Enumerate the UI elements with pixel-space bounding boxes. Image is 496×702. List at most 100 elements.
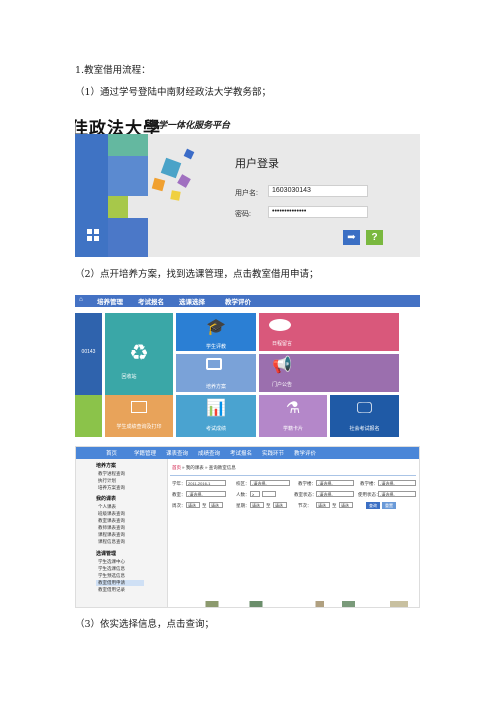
nav2-exam[interactable]: 考试报名 xyxy=(230,449,252,457)
speech-bubble-icon xyxy=(269,319,291,331)
tile-grades-label: 学生成绩查询及打印 xyxy=(116,424,162,430)
breadcrumb-divider xyxy=(170,475,416,476)
form-section-to-label: 至 xyxy=(332,503,337,508)
form-week-label: 周次： xyxy=(172,503,186,508)
password-input[interactable]: •••••••••••••• xyxy=(268,206,368,218)
graduation-cap-icon: 🎓 xyxy=(206,317,226,336)
sidebar-select-item-1[interactable]: 学生选课中心 xyxy=(98,559,125,565)
sidebar-course-item-1[interactable]: 个人课表 xyxy=(98,504,116,510)
login-header: 佳政法大學 教学一体化服务平台 xyxy=(75,112,420,139)
reset-button[interactable]: 重置 xyxy=(382,502,396,509)
form-room-label: 教室： xyxy=(172,492,186,497)
nav-home-icon[interactable]: ⌂ xyxy=(79,296,83,303)
user-number: 00143 xyxy=(81,349,96,355)
step1-text: （1）通过学号登陆中南财经政法大学教务部； xyxy=(75,87,272,98)
form-weekday-from[interactable]: 请选 xyxy=(250,502,264,508)
sidebar-select-title[interactable]: 选课管理 xyxy=(96,550,116,557)
sidebar-course-item-5[interactable]: 课程课表查询 xyxy=(98,532,125,538)
user-panel xyxy=(75,313,102,403)
tile-notice-label: 门户公告 xyxy=(271,382,292,388)
top-nav: ⌂ 培养管理 考试报名 选课选择 教学评价 xyxy=(75,295,420,307)
nav2-eval[interactable]: 教学评价 xyxy=(294,449,316,457)
tile-teach-eval-label: 学生评教 xyxy=(205,344,226,350)
form-campus-select[interactable]: -请选择- xyxy=(250,480,290,486)
form-use-status-select[interactable]: -请选择- xyxy=(378,491,416,497)
form-year-select[interactable]: 2011-2016-1 xyxy=(186,480,226,486)
form-campus-label: 校区： xyxy=(236,481,250,486)
form-section-to[interactable]: 请选 xyxy=(339,502,353,508)
tile-green[interactable] xyxy=(75,395,102,437)
nav2-practice[interactable]: 实践环节 xyxy=(262,449,284,457)
deco-tile-lime xyxy=(108,196,128,218)
form-size-op[interactable]: ≥ xyxy=(250,491,260,497)
nav-item-plan[interactable]: 培养管理 xyxy=(97,296,123,306)
form-size-label: 人数： xyxy=(236,492,250,497)
form-week-to[interactable]: 请选 xyxy=(209,502,223,508)
login-screenshot: 佳政法大學 教学一体化服务平台 用户登录 用户名: 1603030143 密码:… xyxy=(75,112,420,257)
password-label: 密码: xyxy=(235,211,251,218)
tile-train-plan-label: 培养方案 xyxy=(205,384,226,390)
nav2-grades[interactable]: 成绩查询 xyxy=(198,449,220,457)
sidebar-plan-title[interactable]: 培养方案 xyxy=(96,462,116,469)
sidebar-select-item-4[interactable]: 教室借用申请 xyxy=(96,580,144,586)
doc-heading: 1.教室借用流程： xyxy=(75,65,151,76)
form-section-label: 节次： xyxy=(298,503,312,508)
form-week-from[interactable]: 请选 xyxy=(186,502,200,508)
document-icon xyxy=(206,358,222,370)
form-room-status-label: 教室状态： xyxy=(294,492,317,497)
tile-blog-label: 日程留言 xyxy=(271,341,292,347)
sidebar-select-item-3[interactable]: 学生预选信息 xyxy=(98,573,125,579)
flask-icon: ⚗ xyxy=(285,398,301,417)
form-building-label: 教学楼： xyxy=(298,481,316,486)
breadcrumb-home[interactable]: 首页 xyxy=(172,465,181,471)
form-year-label: 学年： xyxy=(172,481,186,486)
sidebar-plan-item-1[interactable]: 教学进程查询 xyxy=(98,471,125,477)
easel-icon: 🖵 xyxy=(356,398,373,417)
home-tiles-screenshot: ⌂ 培养管理 考试报名 选课选择 教学评价 00143 ♻ 回收站 🎓 学生评教… xyxy=(75,295,420,437)
nav-item-eval[interactable]: 教学评价 xyxy=(225,296,251,306)
form-room-select[interactable]: -请选择- xyxy=(186,491,226,497)
deco-tile-royal xyxy=(108,218,148,257)
recycle-icon: ♻ xyxy=(129,341,149,366)
left-sidebar: 培养方案 教学进程查询 执行计划 培养方案查询 我的课表 个人课表 班级课表查询… xyxy=(76,459,168,607)
tile-lab-label: 学籍卡片 xyxy=(282,426,303,432)
form-building2-label: 教学楼： xyxy=(360,481,378,486)
sidebar-course-title[interactable]: 我的课表 xyxy=(96,495,116,502)
nav2-home[interactable]: 首页 xyxy=(106,449,117,457)
floating-square-yellow xyxy=(170,190,181,201)
help-button[interactable]: ? xyxy=(366,230,383,245)
username-input[interactable]: 1603030143 xyxy=(268,185,368,197)
nav-item-exam[interactable]: 考试报名 xyxy=(138,296,164,306)
grid-icon[interactable] xyxy=(87,229,99,241)
login-arrow-button[interactable]: ➡ xyxy=(343,230,360,245)
bottom-thumbnail-strip xyxy=(201,601,419,607)
nav2-timetable[interactable]: 课表查询 xyxy=(166,449,188,457)
nav-item-select[interactable]: 选课选择 xyxy=(179,296,205,306)
form-building2-select[interactable]: -请选择- xyxy=(378,480,416,486)
sidebar-course-item-4[interactable]: 教师课表查询 xyxy=(98,525,125,531)
breadcrumb-path: » 我的课表 » 查询教室信息 xyxy=(182,465,236,470)
sidebar-plan-item-2[interactable]: 执行计划 xyxy=(98,478,116,484)
sidebar-select-item-2[interactable]: 学生选课信息 xyxy=(98,566,125,572)
form-weekday-to[interactable]: 请选 xyxy=(273,502,287,508)
step3-text: （3）依实选择信息，点击查询； xyxy=(75,619,215,630)
sidebar-plan-item-3[interactable]: 培养方案查询 xyxy=(98,485,125,491)
deco-tile-blue xyxy=(108,156,148,196)
sidebar-course-item-6[interactable]: 课程信息查询 xyxy=(98,539,125,545)
form-section-from[interactable]: 请选 xyxy=(316,502,330,508)
sidebar-select-item-5[interactable]: 教室借用记录 xyxy=(98,587,125,593)
form-room-status-select[interactable]: -请选择- xyxy=(316,491,354,497)
query-button[interactable]: 查询 xyxy=(366,502,380,509)
platform-title: 教学一体化服务平台 xyxy=(149,120,231,130)
tile-recycle-label: 回收站 xyxy=(121,374,137,380)
sidebar-course-item-2[interactable]: 班级课表查询 xyxy=(98,511,125,517)
megaphone-icon: 📢 xyxy=(272,355,292,374)
form-weekday-label: 星期： xyxy=(236,503,250,508)
form-size-input[interactable] xyxy=(262,491,276,497)
deco-tile-green xyxy=(108,134,148,156)
form-weekday-to-label: 至 xyxy=(266,503,271,508)
step2-text: （2）点开培养方案，找到选课管理，点击教室借用申请； xyxy=(75,269,319,280)
sidebar-course-item-3[interactable]: 教室课表查询 xyxy=(98,518,125,524)
form-building-select[interactable]: -请选择- xyxy=(316,480,354,486)
nav2-status[interactable]: 学籍管理 xyxy=(134,449,156,457)
